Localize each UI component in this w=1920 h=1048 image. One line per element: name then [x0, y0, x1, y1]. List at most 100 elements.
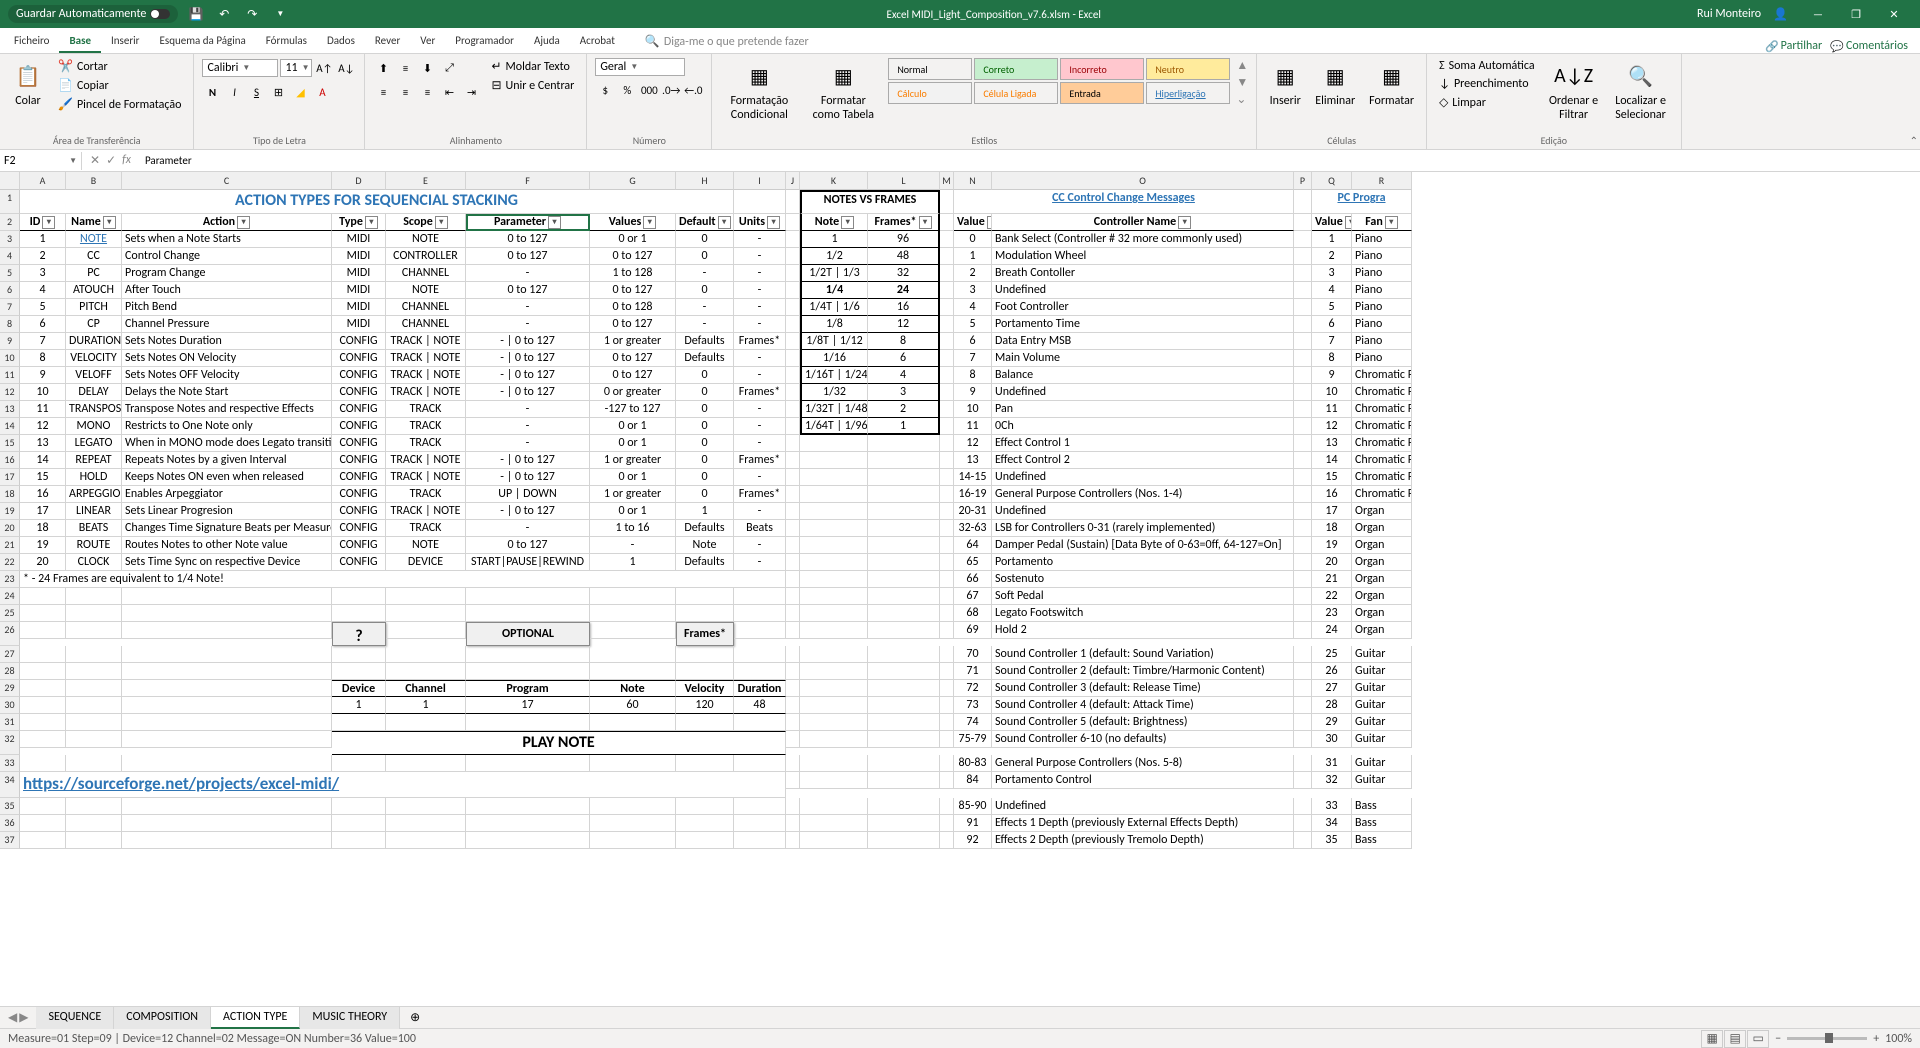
page-break-icon[interactable]: ▭	[1747, 1030, 1769, 1048]
italic-button[interactable]: I	[224, 82, 244, 102]
row-header[interactable]: 16	[0, 452, 20, 469]
percent-icon[interactable]: %	[617, 80, 637, 100]
row-header[interactable]: 3	[0, 231, 20, 248]
undo-icon[interactable]: ↶	[214, 4, 234, 24]
fx-icon[interactable]: fx	[122, 153, 131, 168]
zoom-percent[interactable]: 100%	[1885, 1032, 1912, 1046]
row-header[interactable]: 6	[0, 282, 20, 299]
title-pc[interactable]: PC Progra	[1312, 190, 1412, 214]
table-header[interactable]: Value▾	[1312, 214, 1352, 231]
autosave-toggle[interactable]: Guardar Automaticamente	[8, 5, 178, 23]
format-cells-button[interactable]: ▦Formatar	[1365, 58, 1418, 110]
style-normal[interactable]: Normal	[888, 58, 972, 80]
increase-decimal-icon[interactable]: .0→	[661, 80, 681, 100]
styles-down-icon[interactable]: ▼	[1236, 75, 1248, 90]
user-name[interactable]: Rui Monteiro	[1697, 7, 1761, 21]
font-color-button[interactable]: A	[312, 82, 332, 102]
style-hyperlink[interactable]: Hiperligação	[1146, 82, 1230, 104]
filter-icon[interactable]: ▾	[237, 216, 250, 229]
frames-button[interactable]: Frames*	[676, 622, 734, 646]
col-header[interactable]: D	[332, 172, 386, 190]
filter-icon[interactable]: ▾	[1178, 216, 1191, 229]
filter-icon[interactable]: ▾	[365, 216, 378, 229]
tell-me-search[interactable]: 🔍 Diga-me o que pretende fazer	[637, 30, 1765, 53]
align-right-icon[interactable]: ≡	[417, 82, 437, 102]
minimize-button[interactable]: —	[1800, 0, 1836, 28]
row-header[interactable]: 1	[0, 190, 20, 214]
filter-icon[interactable]: ▾	[841, 216, 854, 229]
menu-programador[interactable]: Programador	[445, 30, 524, 53]
align-top-icon[interactable]: ⬆	[373, 58, 393, 78]
style-neutral[interactable]: Neutro	[1146, 58, 1230, 80]
row-header[interactable]: 17	[0, 469, 20, 486]
table-header[interactable]: Type▾	[332, 214, 386, 231]
style-incorrect[interactable]: Incorreto	[1060, 58, 1144, 80]
name-box[interactable]: F2▼	[0, 152, 82, 170]
comma-icon[interactable]: 000	[639, 80, 659, 100]
filter-icon[interactable]: ▾	[435, 216, 448, 229]
table-header[interactable]: Note▾	[800, 214, 868, 231]
row-header[interactable]: 25	[0, 605, 20, 622]
merge-center-button[interactable]: ⊟Unir e Centrar	[487, 77, 578, 94]
row-header[interactable]: 15	[0, 435, 20, 452]
col-header[interactable]: F	[466, 172, 590, 190]
row-header[interactable]: 18	[0, 486, 20, 503]
normal-view-icon[interactable]: ▦	[1701, 1030, 1723, 1048]
title-cc[interactable]: CC Control Change Messages	[954, 190, 1294, 214]
filter-icon[interactable]: ▾	[643, 216, 656, 229]
style-input[interactable]: Entrada	[1060, 82, 1144, 104]
indent-right-icon[interactable]: ⇥	[461, 82, 481, 102]
select-all[interactable]	[0, 172, 20, 190]
user-avatar-icon[interactable]: 👤	[1773, 7, 1788, 22]
orientation-icon[interactable]: ⤢	[439, 58, 459, 78]
share-button[interactable]: 🔗 Partilhar	[1765, 39, 1822, 53]
table-header[interactable]: Controller Name▾	[992, 214, 1294, 231]
table-header[interactable]: Values▾	[590, 214, 676, 231]
table-header[interactable]: Name▾	[66, 214, 122, 231]
align-left-icon[interactable]: ≡	[373, 82, 393, 102]
table-header[interactable]: Scope▾	[386, 214, 466, 231]
row-header[interactable]: 19	[0, 503, 20, 520]
row-header[interactable]: 24	[0, 588, 20, 605]
col-header[interactable]: J	[786, 172, 800, 190]
row-header[interactable]: 22	[0, 554, 20, 571]
filter-icon[interactable]: ▾	[548, 216, 561, 229]
col-header[interactable]: R	[1352, 172, 1412, 190]
conditional-format-button[interactable]: ▦Formatação Condicional	[720, 58, 798, 124]
sheet-tab[interactable]: ACTION TYPE	[211, 1007, 300, 1029]
close-button[interactable]: ✕	[1876, 0, 1912, 28]
format-table-button[interactable]: ▦Formatar como Tabela	[804, 58, 882, 124]
find-select-button[interactable]: 🔍Localizar e Selecionar	[1609, 58, 1673, 124]
border-button[interactable]: ⊞	[268, 82, 288, 102]
save-icon[interactable]: 💾	[186, 4, 206, 24]
font-name-combo[interactable]: Calibri▼	[202, 59, 278, 77]
decrease-decimal-icon[interactable]: ←.0	[683, 80, 703, 100]
row-header[interactable]: 8	[0, 316, 20, 333]
filter-icon[interactable]: ▾	[767, 216, 780, 229]
delete-cells-button[interactable]: ▦Eliminar	[1311, 58, 1359, 110]
zoom-in-icon[interactable]: +	[1873, 1032, 1879, 1046]
row-header[interactable]: 37	[0, 832, 20, 849]
row-header[interactable]: 34	[0, 772, 20, 798]
help-button[interactable]: ?	[332, 622, 386, 646]
row-header[interactable]: 33	[0, 755, 20, 772]
table-header[interactable]: ID▾	[20, 214, 66, 231]
table-header[interactable]: Frames*▾	[868, 214, 940, 231]
redo-icon[interactable]: ↷	[242, 4, 262, 24]
formula-input[interactable]: Parameter	[139, 152, 1920, 169]
row-header[interactable]: 4	[0, 248, 20, 265]
row-header[interactable]: 36	[0, 815, 20, 832]
style-correct[interactable]: Correto	[974, 58, 1058, 80]
row-header[interactable]: 11	[0, 367, 20, 384]
autosum-button[interactable]: ΣSoma Automática	[1435, 58, 1539, 74]
tab-prev-icon[interactable]: ◀	[8, 1010, 17, 1025]
comments-button[interactable]: 💬 Comentários	[1830, 39, 1908, 53]
col-header[interactable]: K	[800, 172, 868, 190]
add-sheet-button[interactable]: ⊕	[400, 1010, 430, 1025]
insert-cells-button[interactable]: ▦Inserir	[1265, 58, 1305, 110]
page-layout-icon[interactable]: ▤	[1724, 1030, 1746, 1048]
accept-formula-icon[interactable]: ✓	[106, 153, 116, 168]
menu-base[interactable]: Base	[59, 30, 101, 53]
row-header[interactable]: 7	[0, 299, 20, 316]
cell[interactable]: NOTE	[66, 231, 122, 248]
